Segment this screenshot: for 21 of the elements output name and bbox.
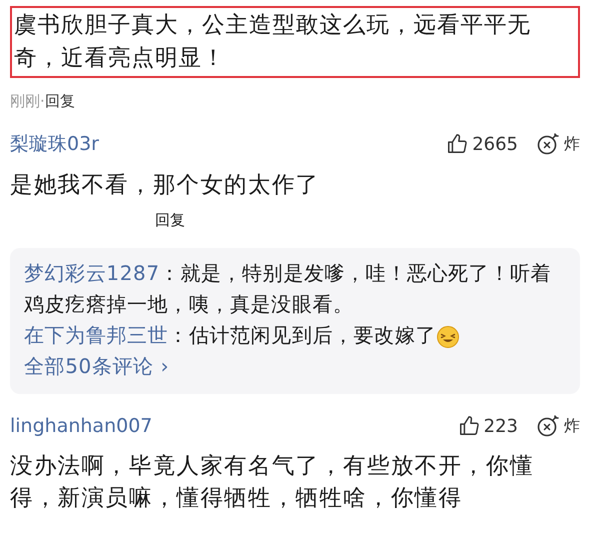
reply-text: 梦幻彩云1287：就是，特别是发嗲，哇！恶心死了！听着鸡皮疙瘩掉一地，咦，真是没眼看。 bbox=[24, 260, 552, 318]
bomb-button[interactable]: 炸 bbox=[536, 414, 580, 438]
bomb-button[interactable]: 炸 bbox=[536, 132, 580, 156]
username[interactable]: 梨璇珠03r bbox=[10, 131, 99, 157]
all-comments-link[interactable]: 全部50条评论 › bbox=[24, 351, 170, 382]
like-button[interactable]: 223 bbox=[458, 415, 518, 437]
thumbs-up-icon bbox=[458, 415, 480, 437]
thumbs-up-icon bbox=[446, 133, 468, 155]
username-link[interactable]: 梦幻彩云1287 bbox=[24, 261, 160, 285]
bomb-icon bbox=[536, 132, 560, 156]
reply-link[interactable]: 回复 bbox=[44, 92, 75, 110]
like-button[interactable]: 2665 bbox=[446, 133, 518, 155]
reply-text: 在下为鲁邦三世：估计范闲见到后，要改嫁了 bbox=[24, 320, 564, 351]
reply-link[interactable]: 回复 bbox=[155, 211, 580, 230]
bomb-icon bbox=[536, 414, 560, 438]
username[interactable]: linghanhan007 bbox=[10, 415, 152, 437]
post-text: 虞书欣胆子真大，公主造型敢这么玩，远看平平无奇，近看亮点明显！ bbox=[10, 6, 580, 78]
username-link[interactable]: 在下为鲁邦三世 bbox=[24, 323, 168, 347]
comment-text: 没办法啊，毕竟人家有名气了，有些放不开，你懂得，新演员嘛，懂得牺牲，牺牲啥，你懂得 bbox=[10, 452, 535, 513]
comment-text: 是她我不看，那个女的太作了 bbox=[10, 171, 320, 200]
timestamp: 刚刚· bbox=[10, 92, 45, 110]
